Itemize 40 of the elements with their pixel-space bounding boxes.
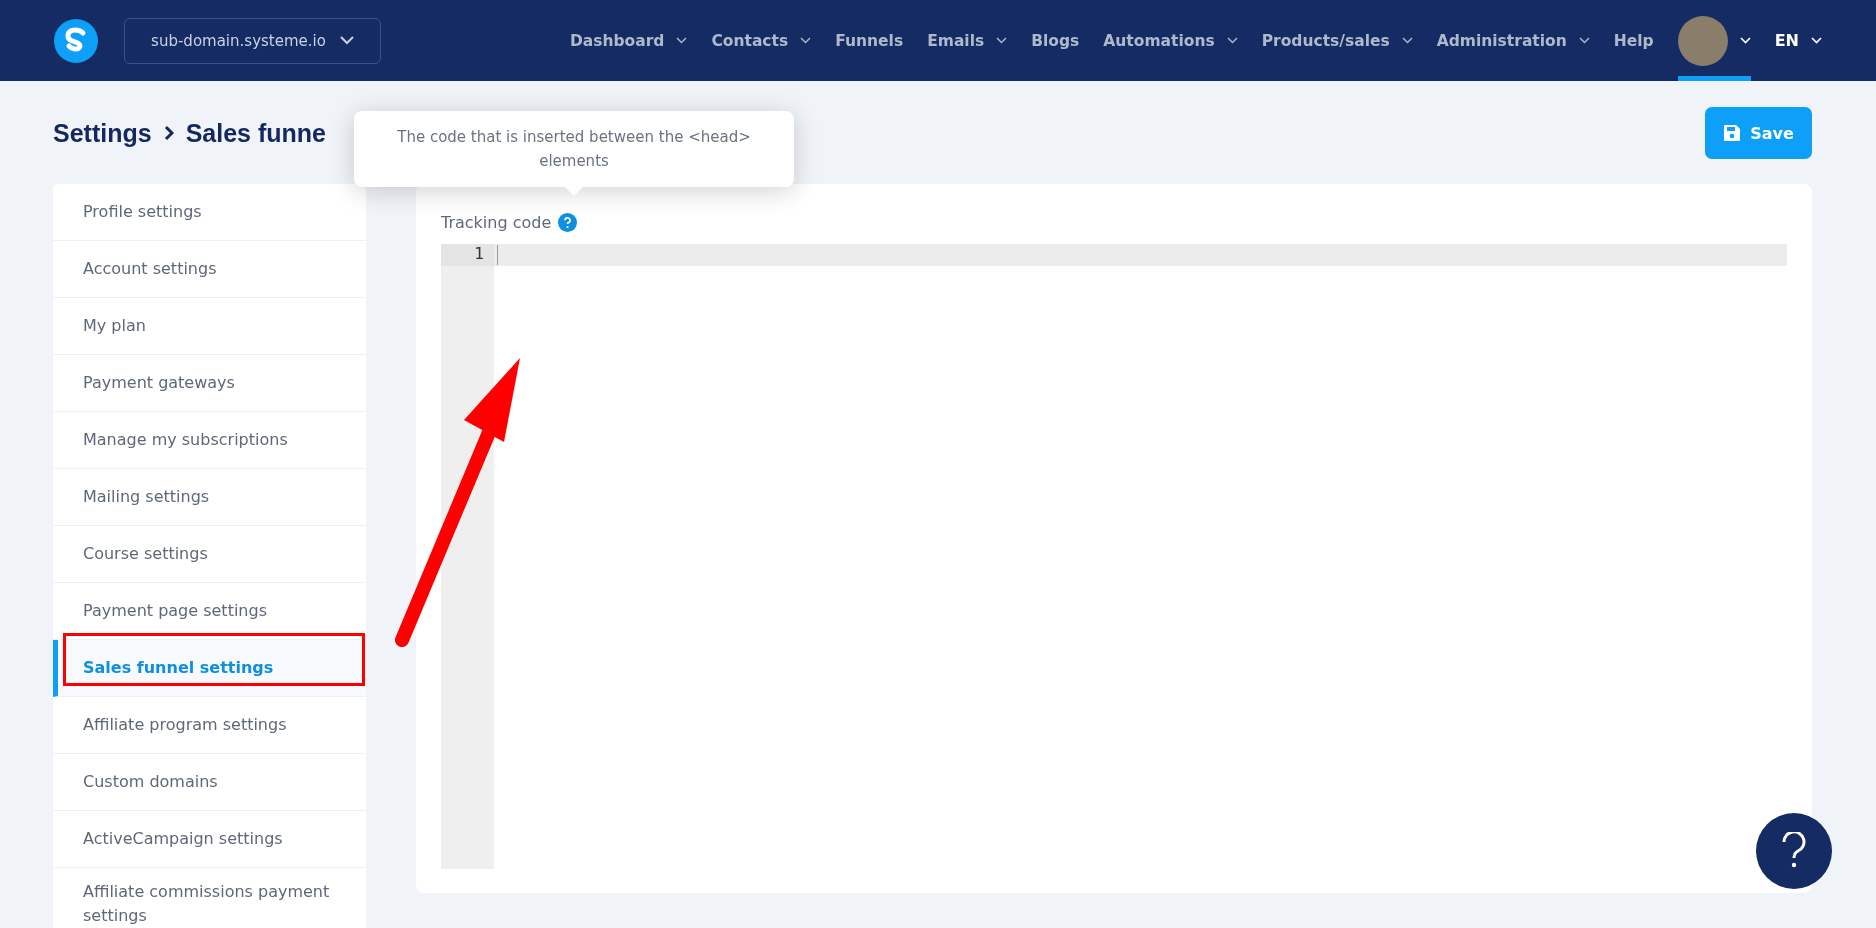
chevron-down-icon[interactable]: [1401, 37, 1413, 44]
nav-link[interactable]: Products/sales: [1261, 31, 1390, 50]
sidebar-item[interactable]: Affiliate program settings: [53, 697, 366, 754]
breadcrumb-link[interactable]: Settings: [53, 118, 152, 148]
chevron-down-icon[interactable]: [996, 37, 1008, 44]
sidebar-item[interactable]: My plan: [53, 298, 366, 355]
chevron-down-icon[interactable]: [1226, 37, 1238, 44]
nav-link[interactable]: Help: [1613, 31, 1654, 50]
sidebar-item[interactable]: Payment gateways: [53, 355, 366, 412]
chevron-down-icon[interactable]: [1578, 37, 1590, 44]
chevron-right-icon: [163, 125, 174, 141]
question-mark-icon: [1780, 832, 1808, 870]
chevron-down-icon[interactable]: [676, 37, 688, 44]
chevron-down-icon: [1739, 37, 1751, 44]
nav-link[interactable]: Contacts: [711, 31, 789, 50]
line-number: 1: [441, 244, 494, 266]
sidebar-item[interactable]: Custom domains: [53, 754, 366, 811]
chevron-down-icon: [339, 36, 354, 45]
nav-link[interactable]: Emails: [927, 31, 985, 50]
code-editor[interactable]: 1: [441, 244, 1787, 869]
chevron-down-icon[interactable]: [800, 37, 812, 44]
help-icon[interactable]: [558, 212, 578, 232]
nav-link[interactable]: Administration: [1436, 31, 1567, 50]
sidebar-item[interactable]: Affiliate commissions payment settings: [53, 868, 366, 928]
page-title: Sales funne: [185, 118, 326, 148]
sidebar-item[interactable]: ActiveCampaign settings: [53, 811, 366, 868]
workspace-dropdown[interactable]: sub-domain.systeme.io: [124, 17, 381, 64]
sidebar-item[interactable]: Profile settings: [53, 184, 366, 241]
language-selector[interactable]: EN: [1774, 31, 1799, 50]
nav-link[interactable]: Dashboard: [569, 31, 665, 50]
nav-link[interactable]: Automations: [1103, 31, 1215, 50]
nav-link[interactable]: Blogs: [1031, 31, 1080, 50]
sidebar-item[interactable]: Sales funnel settings: [53, 640, 366, 697]
nav-link[interactable]: Funnels: [835, 31, 904, 50]
sidebar-item[interactable]: Manage my subscriptions: [53, 412, 366, 469]
sidebar-item[interactable]: Course settings: [53, 526, 366, 583]
sidebar-item[interactable]: Mailing settings: [53, 469, 366, 526]
logo-icon[interactable]: [54, 18, 98, 63]
field-label: Tracking code: [441, 212, 552, 232]
sidebar-item[interactable]: Account settings: [53, 241, 366, 298]
